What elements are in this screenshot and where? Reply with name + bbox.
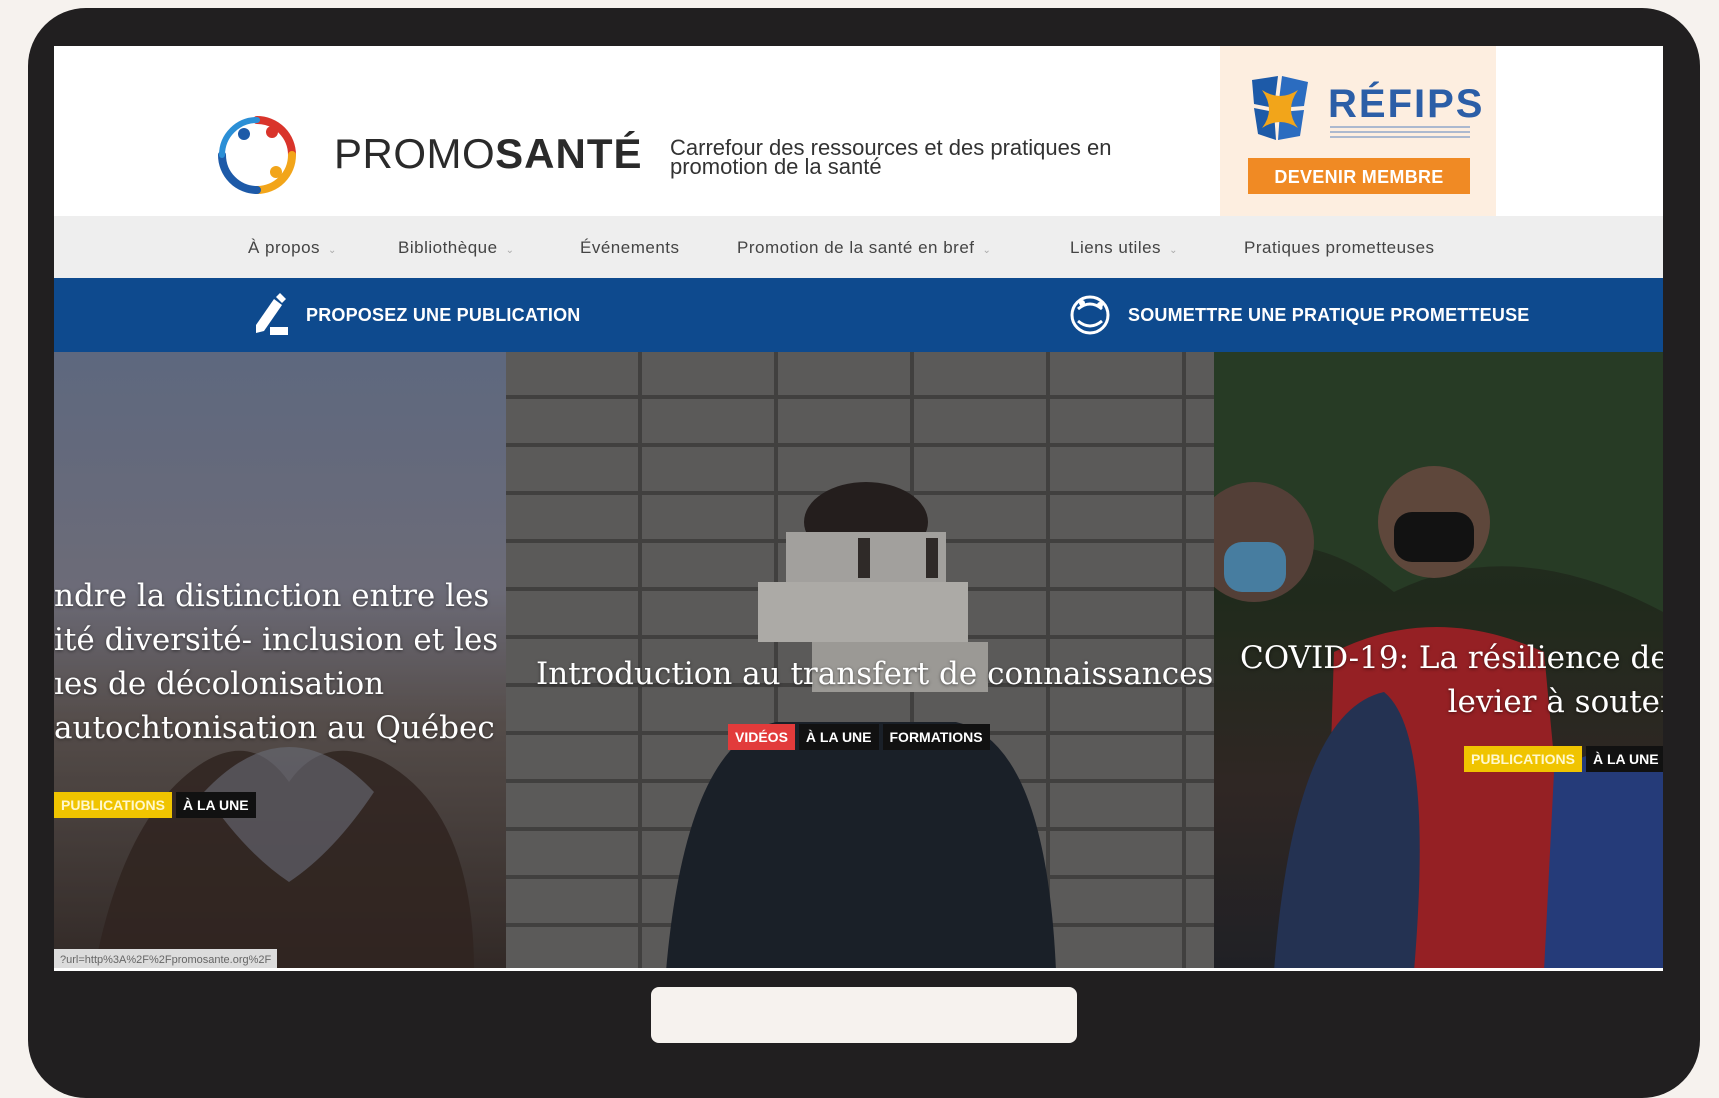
tag-videos[interactable]: VIDÉOS (728, 724, 795, 750)
globe-people-icon (1070, 295, 1110, 335)
slide-title[interactable]: Introduction au transfert de connaissanc… (536, 652, 1213, 696)
nav-label: Liens utiles (1070, 238, 1162, 257)
nav-label: Promotion de la santé en bref (737, 238, 975, 257)
slide-title-line: Introduction au transfert de connaissanc… (536, 656, 1214, 692)
slide-decolonisation[interactable]: ndre la distinction entre les ité divers… (54, 352, 506, 971)
slide-title-line: ıes de décolonisation (54, 666, 385, 702)
tag-formations[interactable]: FORMATIONS (882, 724, 990, 750)
tag-publications[interactable]: PUBLICATIONS (1464, 746, 1582, 772)
nav-label: Pratiques prometteuses (1244, 238, 1435, 257)
slide-title-line: levier à souten (1447, 684, 1663, 720)
nav-label: Bibliothèque (398, 238, 498, 257)
submit-practice-label: SOUMETTRE UNE PRATIQUE PROMETTEUSE (1128, 304, 1530, 325)
main-nav: À propos ⌄ Bibliothèque ⌄ Événements Promo… (54, 216, 1663, 278)
devenir-membre-button[interactable]: DEVENIR MEMBRE (1248, 158, 1470, 194)
hero-divider (54, 968, 1663, 971)
submit-practice-link[interactable]: SOUMETTRE UNE PRATIQUE PROMETTEUSE (1068, 278, 1530, 352)
site-title[interactable]: PROMOSANTÉ (334, 130, 643, 178)
nav-item-a-propos[interactable]: À propos ⌄ (248, 238, 337, 258)
slide-tags: PUBLICATIONS À LA UNE (1464, 746, 1663, 772)
refips-name: RÉFIPS (1328, 82, 1485, 126)
refips-logo-icon (1252, 76, 1308, 140)
slide-title[interactable]: ndre la distinction entre les ité divers… (54, 574, 498, 750)
refips-subtitle (1330, 126, 1470, 138)
brand-light-text: PROMO (334, 130, 496, 177)
site-header: PROMOSANTÉ Carrefour des ressources et d… (54, 46, 1663, 216)
slide-tags: VIDÉOS À LA UNE FORMATIONS (728, 724, 990, 750)
nav-label: À propos (248, 238, 321, 257)
chevron-down-icon: ⌄ (328, 245, 337, 256)
promosante-logo-icon[interactable] (214, 112, 300, 198)
tag-a-la-une[interactable]: À LA UNE (798, 724, 879, 750)
pencil-icon (256, 293, 288, 335)
nav-item-pratiques-prometteuses[interactable]: Pratiques prometteuses (1244, 238, 1435, 258)
slide-tags: PUBLICATIONS À LA UNE (54, 792, 256, 818)
monitor-stand-slot (651, 987, 1077, 1043)
tag-a-la-une[interactable]: À LA UNE (1585, 746, 1663, 772)
browser-screen: PROMOSANTÉ Carrefour des ressources et d… (54, 46, 1663, 971)
refips-banner[interactable]: RÉFIPS DEVENIR MEMBRE (1220, 46, 1496, 216)
slide-transfert-connaissances[interactable]: Introduction au transfert de connaissanc… (506, 352, 1214, 971)
chevron-down-icon: ⌄ (982, 245, 992, 256)
propose-publication-link[interactable]: PROPOSEZ UNE PUBLICATION (252, 278, 580, 352)
tag-a-la-une[interactable]: À LA UNE (175, 792, 256, 818)
propose-publication-label: PROPOSEZ UNE PUBLICATION (306, 304, 581, 325)
nav-item-bibliotheque[interactable]: Bibliothèque ⌄ (398, 238, 514, 258)
slide-title-line: ité diversité- inclusion et les (54, 622, 499, 658)
hero-slider: ndre la distinction entre les ité divers… (54, 352, 1663, 971)
nav-item-promotion-sante[interactable]: Promotion de la santé en bref ⌄ (737, 238, 991, 258)
slide-title-line: COVID-19: La résilience des A (1240, 640, 1663, 676)
slide-title-line: ndre la distinction entre les (54, 578, 490, 614)
site-tagline: Carrefour des ressources et des pratique… (670, 137, 1130, 178)
action-bar: PROPOSEZ UNE PUBLICATION SOUMETTRE UNE P… (54, 278, 1663, 352)
slide-title-line: autochtonisation au Québec (54, 710, 495, 746)
chevron-down-icon: ⌄ (1169, 245, 1178, 256)
chevron-down-icon: ⌄ (505, 245, 515, 256)
brand-bold-text: SANTÉ (495, 130, 643, 177)
nav-item-liens-utiles[interactable]: Liens utiles ⌄ (1070, 238, 1178, 258)
slide-covid-resilience[interactable]: COVID-19: La résilience des A levier à s… (1214, 352, 1663, 971)
slide-title[interactable]: COVID-19: La résilience des A levier à s… (1240, 636, 1663, 724)
nav-item-evenements[interactable]: Événements (580, 238, 680, 258)
nav-label: Événements (580, 238, 680, 257)
tag-publications[interactable]: PUBLICATIONS (54, 792, 172, 818)
